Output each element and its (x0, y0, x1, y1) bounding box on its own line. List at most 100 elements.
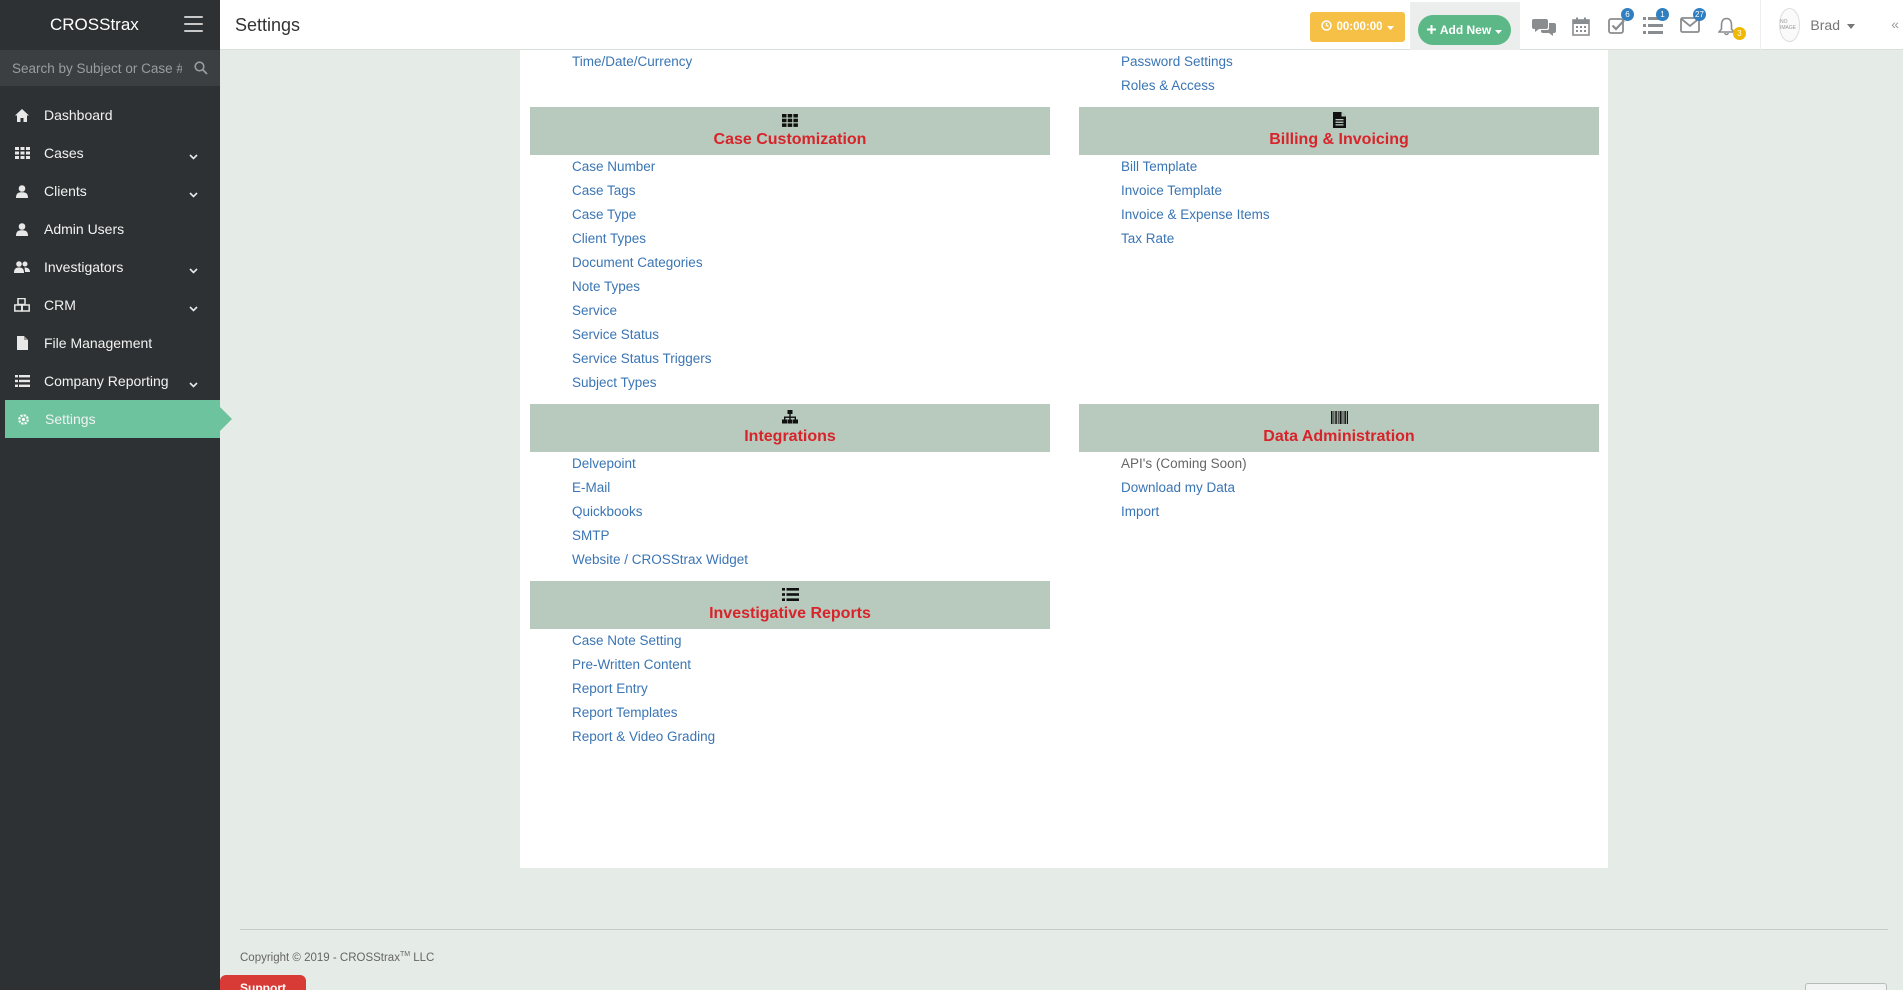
tasks-badge: 6 (1621, 8, 1634, 21)
tasks-icon[interactable]: 6 (1608, 8, 1634, 37)
link-smtp[interactable]: SMTP (572, 524, 1050, 548)
bell-icon[interactable]: 3 (1717, 17, 1746, 40)
billing-invoicing-header: Billing & Invoicing (1079, 107, 1599, 155)
link-document-categories[interactable]: Document Categories (572, 251, 1050, 275)
sidebar-item-label: File Management (44, 335, 153, 351)
link-service[interactable]: Service (572, 299, 1050, 323)
search-icon[interactable] (194, 61, 208, 75)
link-service-status[interactable]: Service Status (572, 323, 1050, 347)
file-icon (14, 335, 30, 351)
sidebar-item-label: Settings (45, 411, 96, 427)
link-report-entry[interactable]: Report Entry (572, 677, 1050, 701)
avatar: NO IMAGE (1779, 8, 1801, 42)
link-delvepoint[interactable]: Delvepoint (572, 452, 1050, 476)
plus-icon (1426, 23, 1436, 37)
grid-icon (14, 145, 30, 161)
case-customization-header: Case Customization (530, 107, 1050, 155)
caret-down-icon (1495, 23, 1503, 37)
hamburger-menu-icon[interactable] (184, 16, 203, 32)
link-subject-types[interactable]: Subject Types (572, 371, 1050, 395)
sidebar-item-crm[interactable]: CRM (0, 286, 220, 324)
link-invoice-expense-items[interactable]: Invoice & Expense Items (1121, 203, 1599, 227)
sidebar-item-company-reporting[interactable]: Company Reporting (0, 362, 220, 400)
sidebar-item-cases[interactable]: Cases (0, 134, 220, 172)
top-left-links: Time/Date/Currency (530, 50, 1050, 74)
sidebar-item-label: Clients (44, 183, 87, 199)
link-report-video-grading[interactable]: Report & Video Grading (572, 725, 1050, 749)
sidebar-item-investigators[interactable]: Investigators (0, 248, 220, 286)
link-import[interactable]: Import (1121, 500, 1599, 524)
section-title: Case Customization (713, 131, 867, 148)
copyright-suffix: LLC (410, 951, 435, 964)
grid-icon (782, 112, 798, 128)
sidebar-item-label: Dashboard (44, 107, 113, 123)
section-title: Data Administration (1263, 428, 1415, 445)
top-right-links: Password Settings Roles & Access (1079, 50, 1599, 98)
collapse-panel-icon[interactable]: « (1891, 16, 1899, 32)
link-time-date-currency[interactable]: Time/Date/Currency (572, 50, 1050, 74)
list-icon (781, 586, 799, 602)
add-new-button[interactable]: Add New (1418, 15, 1511, 45)
link-password-settings[interactable]: Password Settings (1121, 50, 1599, 74)
settings-panel: Time/Date/Currency Case Customization Ca… (520, 50, 1608, 868)
user-icon (14, 221, 30, 237)
integrations-links: Delvepoint E-Mail Quickbooks SMTP Websit… (530, 452, 1050, 572)
brand-name: CROSStrax (50, 15, 139, 34)
right-column: Password Settings Roles & Access (1079, 50, 1599, 98)
section-title: Integrations (744, 428, 836, 445)
sidebar-item-clients[interactable]: Clients (0, 172, 220, 210)
user-menu[interactable]: NO IMAGE Brad (1760, 0, 1855, 50)
sidebar-nav: Dashboard Cases Clients Admin Users Inve… (0, 96, 232, 438)
case-customization-links: Case Number Case Tags Case Type Client T… (530, 155, 1050, 395)
top-bar: Settings 00:00:00 Add New 6 1 27 3 NO IM… (220, 0, 1903, 56)
sidebar-item-admin-users[interactable]: Admin Users (0, 210, 220, 248)
link-email[interactable]: E-Mail (572, 476, 1050, 500)
link-case-note-setting[interactable]: Case Note Setting (572, 629, 1050, 653)
data-administration-section: Data Administration API's (Coming Soon) … (1079, 404, 1599, 524)
search-input[interactable] (12, 60, 182, 76)
link-website-widget[interactable]: Website / CROSStrax Widget (572, 548, 1050, 572)
section-title: Investigative Reports (709, 605, 871, 622)
chat-icon[interactable] (1532, 17, 1556, 37)
data-administration-links: API's (Coming Soon) Download my Data Imp… (1079, 452, 1599, 524)
link-client-types[interactable]: Client Types (572, 227, 1050, 251)
barcode-icon (1330, 409, 1348, 425)
list-icon[interactable]: 1 (1643, 8, 1669, 37)
link-case-type[interactable]: Case Type (572, 203, 1050, 227)
integrations-section: Integrations Delvepoint E-Mail Quickbook… (530, 404, 1050, 572)
link-case-number[interactable]: Case Number (572, 155, 1050, 179)
investigative-reports-section: Investigative Reports Case Note Setting … (530, 581, 1050, 749)
support-button[interactable]: Support (220, 975, 306, 990)
bell-badge: 3 (1733, 27, 1746, 40)
link-note-types[interactable]: Note Types (572, 275, 1050, 299)
link-tax-rate[interactable]: Tax Rate (1121, 227, 1599, 251)
link-bill-template[interactable]: Bill Template (1121, 155, 1599, 179)
link-case-tags[interactable]: Case Tags (572, 179, 1050, 203)
sidebar-item-file-management[interactable]: File Management (0, 324, 220, 362)
billing-invoicing-section: Billing & Invoicing Bill Template Invoic… (1079, 107, 1599, 251)
link-download-my-data[interactable]: Download my Data (1121, 476, 1599, 500)
sidebar-item-label: Investigators (44, 259, 124, 275)
chevron-down-icon (189, 147, 198, 163)
caret-down-icon (1847, 16, 1855, 34)
chevron-down-icon (189, 261, 198, 277)
page-title: Settings (235, 15, 301, 35)
user-name: Brad (1810, 17, 1840, 33)
link-quickbooks[interactable]: Quickbooks (572, 500, 1050, 524)
gear-icon (15, 411, 31, 427)
sidebar-item-settings[interactable]: Settings (5, 400, 232, 438)
link-pre-written-content[interactable]: Pre-Written Content (572, 653, 1050, 677)
calendar-icon[interactable] (1572, 17, 1594, 37)
link-service-status-triggers[interactable]: Service Status Triggers (572, 347, 1050, 371)
link-invoice-template[interactable]: Invoice Template (1121, 179, 1599, 203)
link-roles-access[interactable]: Roles & Access (1121, 74, 1599, 98)
bottom-right-widget[interactable] (1805, 983, 1887, 990)
brand: CROSStrax (0, 0, 220, 50)
footer-divider (240, 929, 1888, 930)
timer-button[interactable]: 00:00:00 (1310, 12, 1405, 42)
mail-icon[interactable]: 27 (1680, 8, 1706, 37)
sidebar-item-dashboard[interactable]: Dashboard (0, 96, 220, 134)
sidebar-item-label: Cases (44, 145, 84, 161)
sidebar-search (0, 50, 220, 86)
link-report-templates[interactable]: Report Templates (572, 701, 1050, 725)
